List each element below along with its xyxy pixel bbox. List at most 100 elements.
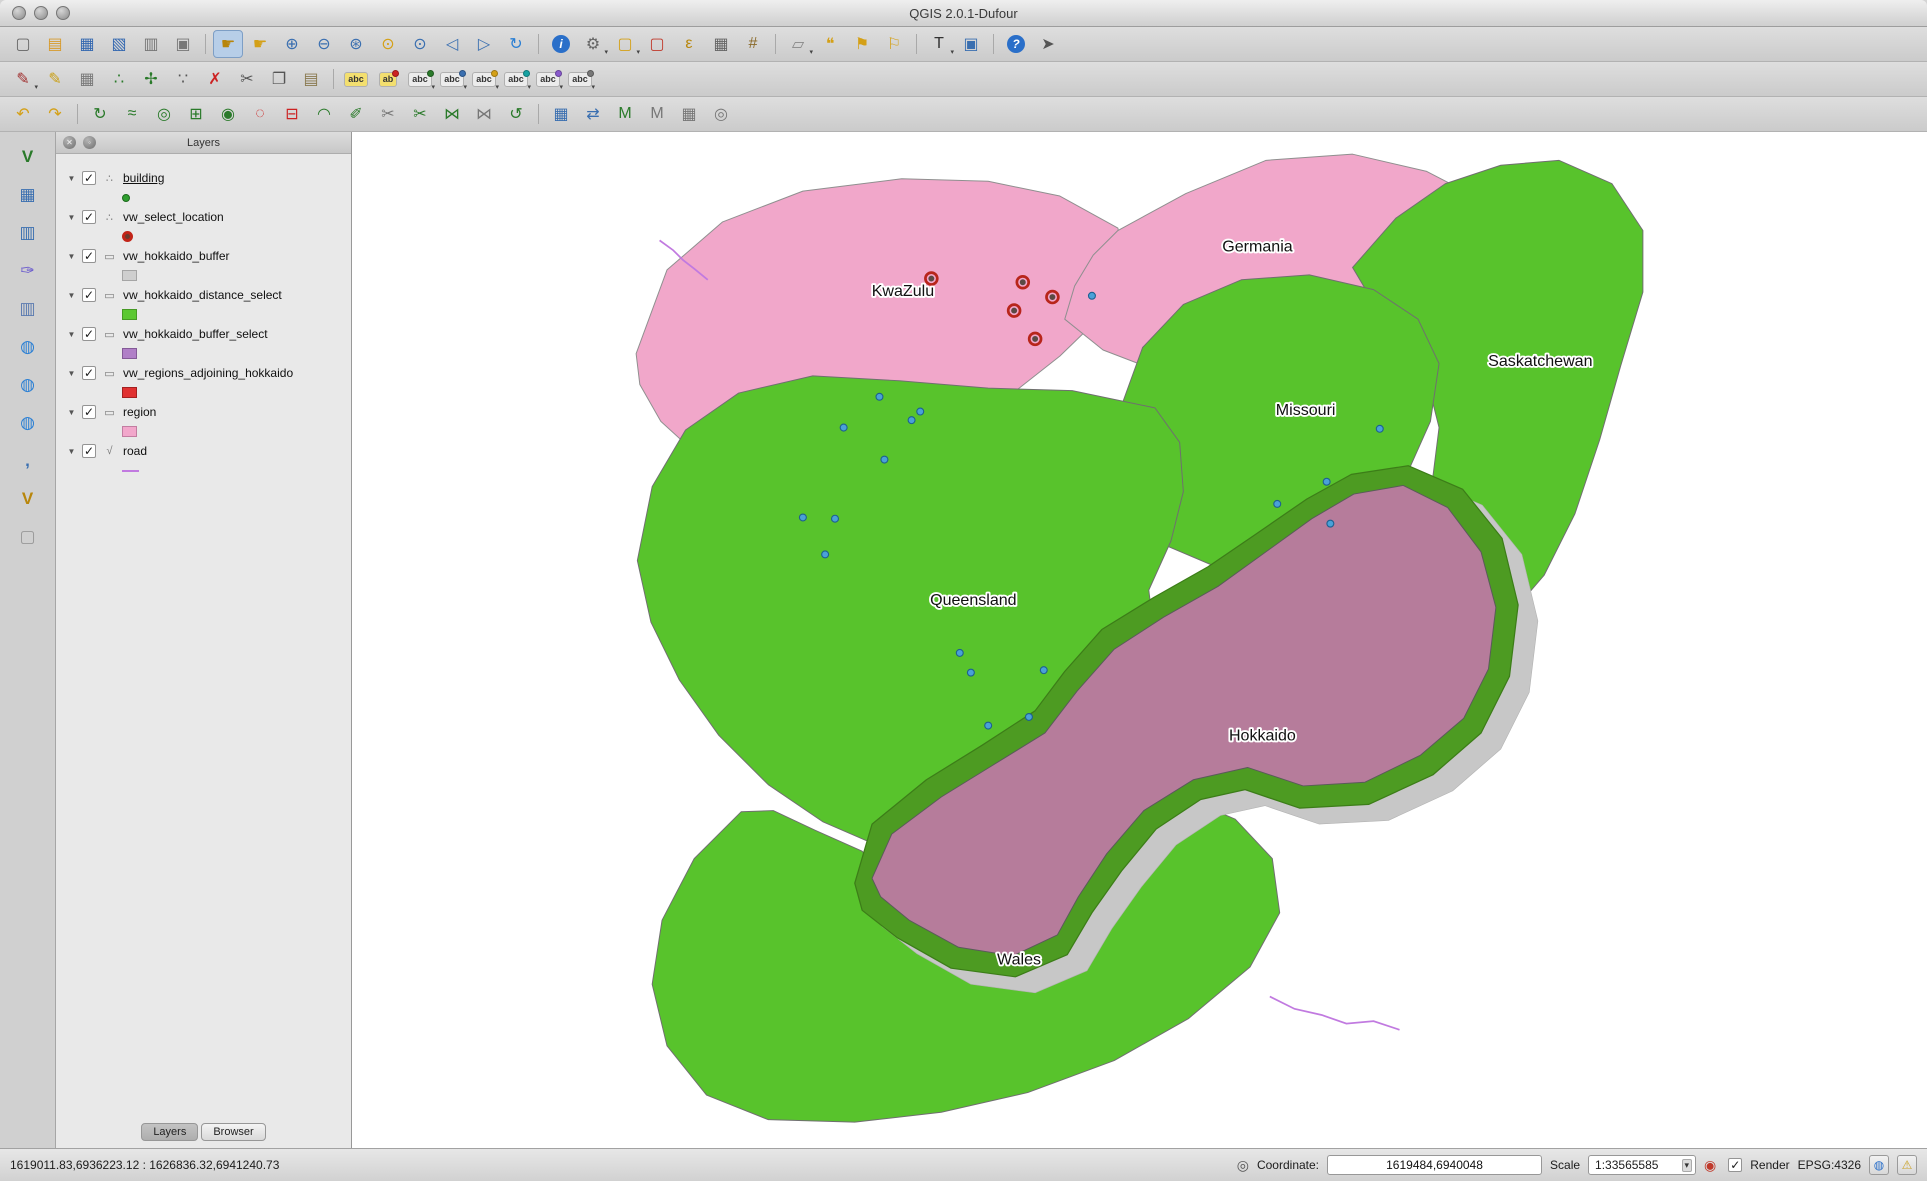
composer-manager-button[interactable]: ▣ [168,30,198,58]
form-annotation-button[interactable]: ▣ [956,30,986,58]
map-canvas[interactable]: KwaZuluGermaniaSaskatchewanMissouriQueen… [352,132,1927,1148]
simplify-feature-button[interactable]: ≈ [117,100,147,128]
add-vector-layer-button[interactable]: V [11,142,45,172]
layer-item-vw_regions_adjoining_hokkaido[interactable]: ▼✓▭vw_regions_adjoining_hokkaido [66,361,351,385]
select-by-expression-button[interactable]: ε [674,30,704,58]
new-print-composer-button[interactable]: ▥ [136,30,166,58]
delete-part-button[interactable]: ⊟ [277,100,307,128]
new-shapefile-layer-button[interactable]: V [11,484,45,514]
expand-arrow-icon[interactable]: ▼ [66,174,77,183]
new-bookmark-button[interactable]: ⚑ [847,30,877,58]
save-project-as-button[interactable]: ▧ [104,30,134,58]
identify-features-button[interactable]: i [546,30,576,58]
stop-render-icon[interactable]: ◉ [1704,1157,1716,1174]
reshape-features-button[interactable]: ✐ [341,100,371,128]
crs-status-button[interactable]: ◍ [1869,1155,1889,1175]
label-move-button[interactable]: abc▾ [469,65,499,93]
layer-item-vw_hokkaido_buffer_select[interactable]: ▼✓▭vw_hokkaido_buffer_select [66,322,351,346]
zoom-last-button[interactable]: ◁ [437,30,467,58]
label-show-hide-button[interactable]: abc▾ [437,65,467,93]
remove-layer-button[interactable]: ▢ [11,522,45,552]
offline-editing-sync-button[interactable]: ⇄ [578,100,608,128]
help-contents-button[interactable]: ? [1001,30,1031,58]
split-features-button[interactable]: ✂ [405,100,435,128]
field-calculator-button[interactable]: # [738,30,768,58]
minimize-window-button[interactable] [34,6,48,20]
cut-features-button[interactable]: ✂ [232,65,262,93]
zoom-in-button[interactable]: ⊕ [277,30,307,58]
layer-visibility-checkbox[interactable]: ✓ [82,210,96,224]
add-ring-button[interactable]: ◎ [149,100,179,128]
toggle-editing-button[interactable]: ✎ [40,65,70,93]
paste-features-button[interactable]: ▤ [296,65,326,93]
save-project-button[interactable]: ▦ [72,30,102,58]
plugin-grid-tool-button[interactable]: ▦ [674,100,704,128]
run-feature-action-button[interactable]: ⚙▾ [578,30,608,58]
open-attribute-table-button[interactable]: ▦ [706,30,736,58]
add-mssql-layer-button[interactable]: ▥ [11,294,45,324]
log-messages-button[interactable]: ⚠ [1897,1155,1917,1175]
expand-arrow-icon[interactable]: ▼ [66,369,77,378]
select-features-button[interactable]: ▢▾ [610,30,640,58]
whats-this-button[interactable]: ➤ [1033,30,1063,58]
zoom-to-selection-button[interactable]: ⊙ [373,30,403,58]
open-project-button[interactable]: ▤ [40,30,70,58]
label-rotate-button[interactable]: abc▾ [501,65,531,93]
fill-ring-button[interactable]: ◉ [213,100,243,128]
zoom-window-button[interactable] [56,6,70,20]
panel-tab-browser[interactable]: Browser [201,1123,265,1141]
split-parts-button[interactable]: ✂ [373,100,403,128]
offset-curve-button[interactable]: ◠ [309,100,339,128]
show-bookmarks-button[interactable]: ⚐ [879,30,909,58]
add-spatialite-layer-button[interactable]: ✑ [11,256,45,286]
expand-arrow-icon[interactable]: ▼ [66,291,77,300]
label-pin-button[interactable]: abc▾ [405,65,435,93]
zoom-to-layer-button[interactable]: ⊙ [405,30,435,58]
add-feature-button[interactable]: ∴ [104,65,134,93]
layer-visibility-checkbox[interactable]: ✓ [82,366,96,380]
text-annotation-button[interactable]: T▾ [924,30,954,58]
node-tool-button[interactable]: ∵ [168,65,198,93]
deselect-features-button[interactable]: ▢ [642,30,672,58]
expand-arrow-icon[interactable]: ▼ [66,252,77,261]
save-layer-edits-button[interactable]: ▦ [72,65,102,93]
map-svg[interactable]: KwaZuluGermaniaSaskatchewanMissouriQueen… [352,132,1927,1148]
layer-visibility-checkbox[interactable]: ✓ [82,288,96,302]
zoom-full-button[interactable]: ⊛ [341,30,371,58]
add-wfs-layer-button[interactable]: ◍ [11,408,45,438]
measure-line-button[interactable]: ▱▾ [783,30,813,58]
layer-item-region[interactable]: ▼✓▭region [66,400,351,424]
layer-item-vw_hokkaido_distance_select[interactable]: ▼✓▭vw_hokkaido_distance_select [66,283,351,307]
expand-arrow-icon[interactable]: ▼ [66,330,77,339]
add-part-button[interactable]: ⊞ [181,100,211,128]
metasearch-button[interactable]: M [610,100,640,128]
layer-item-vw_select_location[interactable]: ▼✓∴vw_select_location [66,205,351,229]
expand-arrow-icon[interactable]: ▼ [66,447,77,456]
layer-item-road[interactable]: ▼✓√road [66,439,351,463]
layer-visibility-checkbox[interactable]: ✓ [82,249,96,263]
refresh-map-button[interactable]: ↻ [501,30,531,58]
label-change-button[interactable]: abc▾ [533,65,563,93]
layer-item-vw_hokkaido_buffer[interactable]: ▼✓▭vw_hokkaido_buffer [66,244,351,268]
rotate-point-symbols-button[interactable]: ↺ [501,100,531,128]
label-selected-button[interactable]: ab [373,65,403,93]
expand-arrow-icon[interactable]: ▼ [66,408,77,417]
zoom-next-button[interactable]: ▷ [469,30,499,58]
rotate-feature-button[interactable]: ↻ [85,100,115,128]
add-wcs-layer-button[interactable]: ◍ [11,370,45,400]
add-postgis-layer-button[interactable]: ▥ [11,218,45,248]
merge-features-button[interactable]: ⋈ [437,100,467,128]
layer-visibility-checkbox[interactable]: ✓ [82,327,96,341]
copy-features-button[interactable]: ❐ [264,65,294,93]
delete-ring-button[interactable]: ◌ [245,100,275,128]
close-window-button[interactable] [12,6,26,20]
undo-button[interactable]: ↶ [8,100,38,128]
add-wms-layer-button[interactable]: ◍ [11,332,45,362]
layer-visibility-checkbox[interactable]: ✓ [82,444,96,458]
layer-item-building[interactable]: ▼✓∴building [66,166,351,190]
panel-close-button[interactable]: ✕ [63,136,76,149]
zoom-out-button[interactable]: ⊖ [309,30,339,58]
add-delimited-text-layer-button[interactable]: , [11,446,45,476]
delete-selected-button[interactable]: ✗ [200,65,230,93]
pan-to-selection-button[interactable]: ☛ [245,30,275,58]
